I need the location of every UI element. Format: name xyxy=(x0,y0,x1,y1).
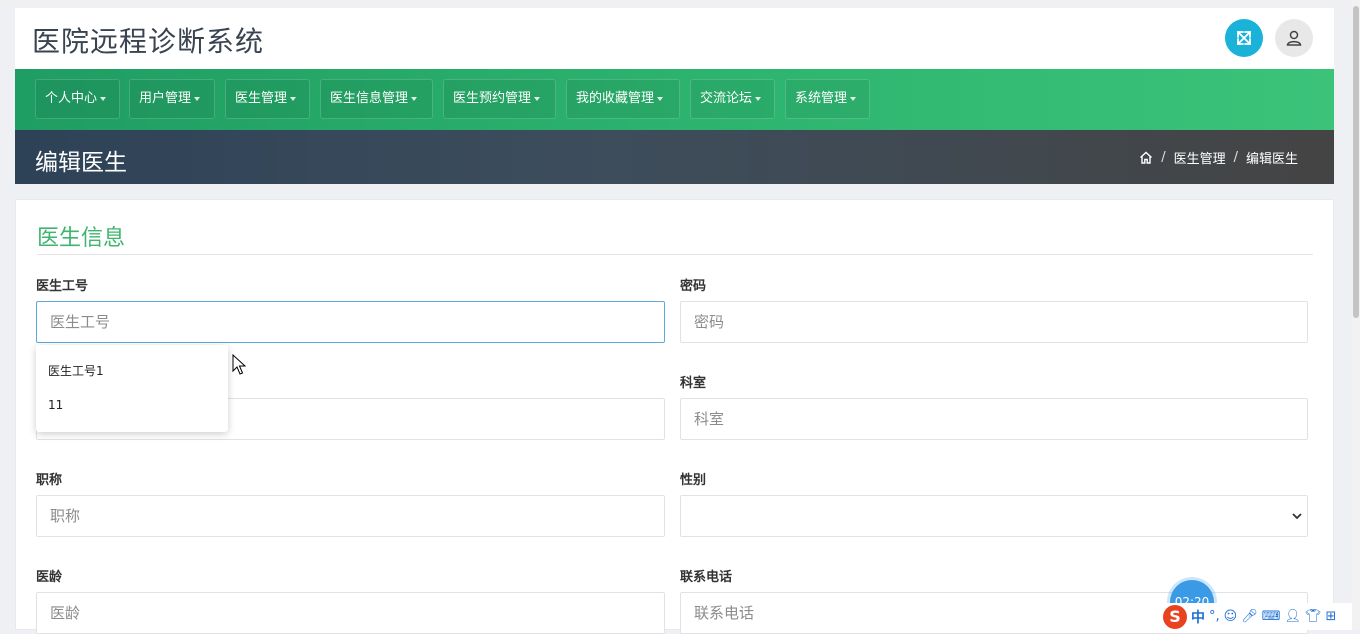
nav-item-doctor-management[interactable]: 医生管理 xyxy=(225,79,310,119)
caret-down-icon xyxy=(755,96,762,101)
page-title-bar: 编辑医生 / 医生管理 / 编辑医生 xyxy=(15,130,1334,184)
title-input[interactable] xyxy=(36,495,665,537)
microphone-icon[interactable]: 🎤︎ xyxy=(1241,609,1258,624)
doctor-id-input[interactable] xyxy=(36,301,665,343)
experience-label: 医龄 xyxy=(36,570,63,585)
app-header: 医院远程诊断系统 xyxy=(15,8,1334,69)
title-label: 职称 xyxy=(36,473,63,488)
caret-down-icon xyxy=(411,96,418,101)
ime-mode-toggle[interactable]: 中 xyxy=(1191,607,1205,627)
top-strip xyxy=(0,0,1360,4)
department-label: 科室 xyxy=(680,376,707,391)
nav-item-appointment-management[interactable]: 医生预约管理 xyxy=(443,79,556,119)
emoji-icon[interactable]: ☺ xyxy=(1224,609,1238,624)
user-icon xyxy=(1286,30,1302,46)
home-icon[interactable] xyxy=(1139,151,1153,164)
app-title: 医院远程诊断系统 xyxy=(32,25,265,58)
nav-item-system-management[interactable]: 系统管理 xyxy=(785,79,870,119)
user-menu-button[interactable] xyxy=(1275,19,1313,57)
caret-down-icon xyxy=(100,96,107,101)
nav-item-forum[interactable]: 交流论坛 xyxy=(690,79,775,119)
breadcrumb: / 医生管理 / 编辑医生 xyxy=(1139,148,1298,167)
doctor-id-label: 医生工号 xyxy=(36,279,89,294)
gender-label: 性别 xyxy=(680,473,707,488)
gender-select[interactable] xyxy=(680,495,1308,537)
caret-down-icon xyxy=(657,96,664,101)
caret-down-icon xyxy=(194,96,201,101)
autocomplete-option[interactable]: 11 xyxy=(48,398,63,412)
autocomplete-option[interactable]: 医生工号1 xyxy=(48,362,104,379)
nav-item-user-management[interactable]: 用户管理 xyxy=(129,79,215,119)
section-title: 医生信息 xyxy=(37,226,126,251)
mouse-cursor-icon xyxy=(232,354,246,375)
section-divider xyxy=(37,254,1313,255)
caret-down-icon xyxy=(290,96,297,101)
breadcrumb-link-doctor-management[interactable]: 医生管理 xyxy=(1174,148,1226,167)
password-input[interactable] xyxy=(680,301,1308,343)
account-icon[interactable]: 👤︎ xyxy=(1284,609,1301,624)
ime-punctuation-toggle[interactable]: °, xyxy=(1209,609,1220,624)
scrollbar-thumb[interactable] xyxy=(1353,6,1359,318)
ime-toolbar: S 中 °, ☺ 🎤︎ ⌨ 👤︎ 👕︎ ⊞ xyxy=(1160,603,1360,630)
breadcrumb-separator: / xyxy=(1161,150,1166,165)
main-nav: 个人中心 用户管理 医生管理 医生信息管理 医生预约管理 我的收藏管理 交流论坛… xyxy=(15,69,1334,130)
sogou-ime-icon[interactable]: S xyxy=(1163,604,1187,629)
nav-item-doctor-info-management[interactable]: 医生信息管理 xyxy=(320,79,433,119)
keyboard-icon[interactable]: ⌨ xyxy=(1262,609,1281,624)
caret-down-icon xyxy=(534,96,541,101)
autocomplete-dropdown: 医生工号1 11 xyxy=(36,345,228,432)
nav-item-personal-center[interactable]: 个人中心 xyxy=(35,79,120,119)
fullscreen-button[interactable] xyxy=(1225,19,1263,57)
phone-label: 联系电话 xyxy=(680,570,733,585)
skin-icon[interactable]: 👕︎ xyxy=(1305,609,1322,624)
breadcrumb-current: 编辑医生 xyxy=(1245,152,1298,167)
caret-down-icon xyxy=(850,96,857,101)
nav-item-favorites-management[interactable]: 我的收藏管理 xyxy=(566,79,680,119)
breadcrumb-separator: / xyxy=(1233,150,1238,165)
toolbox-icon[interactable]: ⊞ xyxy=(1326,609,1337,624)
department-input[interactable] xyxy=(680,398,1308,440)
page-title: 编辑医生 xyxy=(35,150,127,176)
experience-input[interactable] xyxy=(36,592,665,634)
password-label: 密码 xyxy=(680,279,707,294)
expand-icon xyxy=(1237,31,1251,45)
